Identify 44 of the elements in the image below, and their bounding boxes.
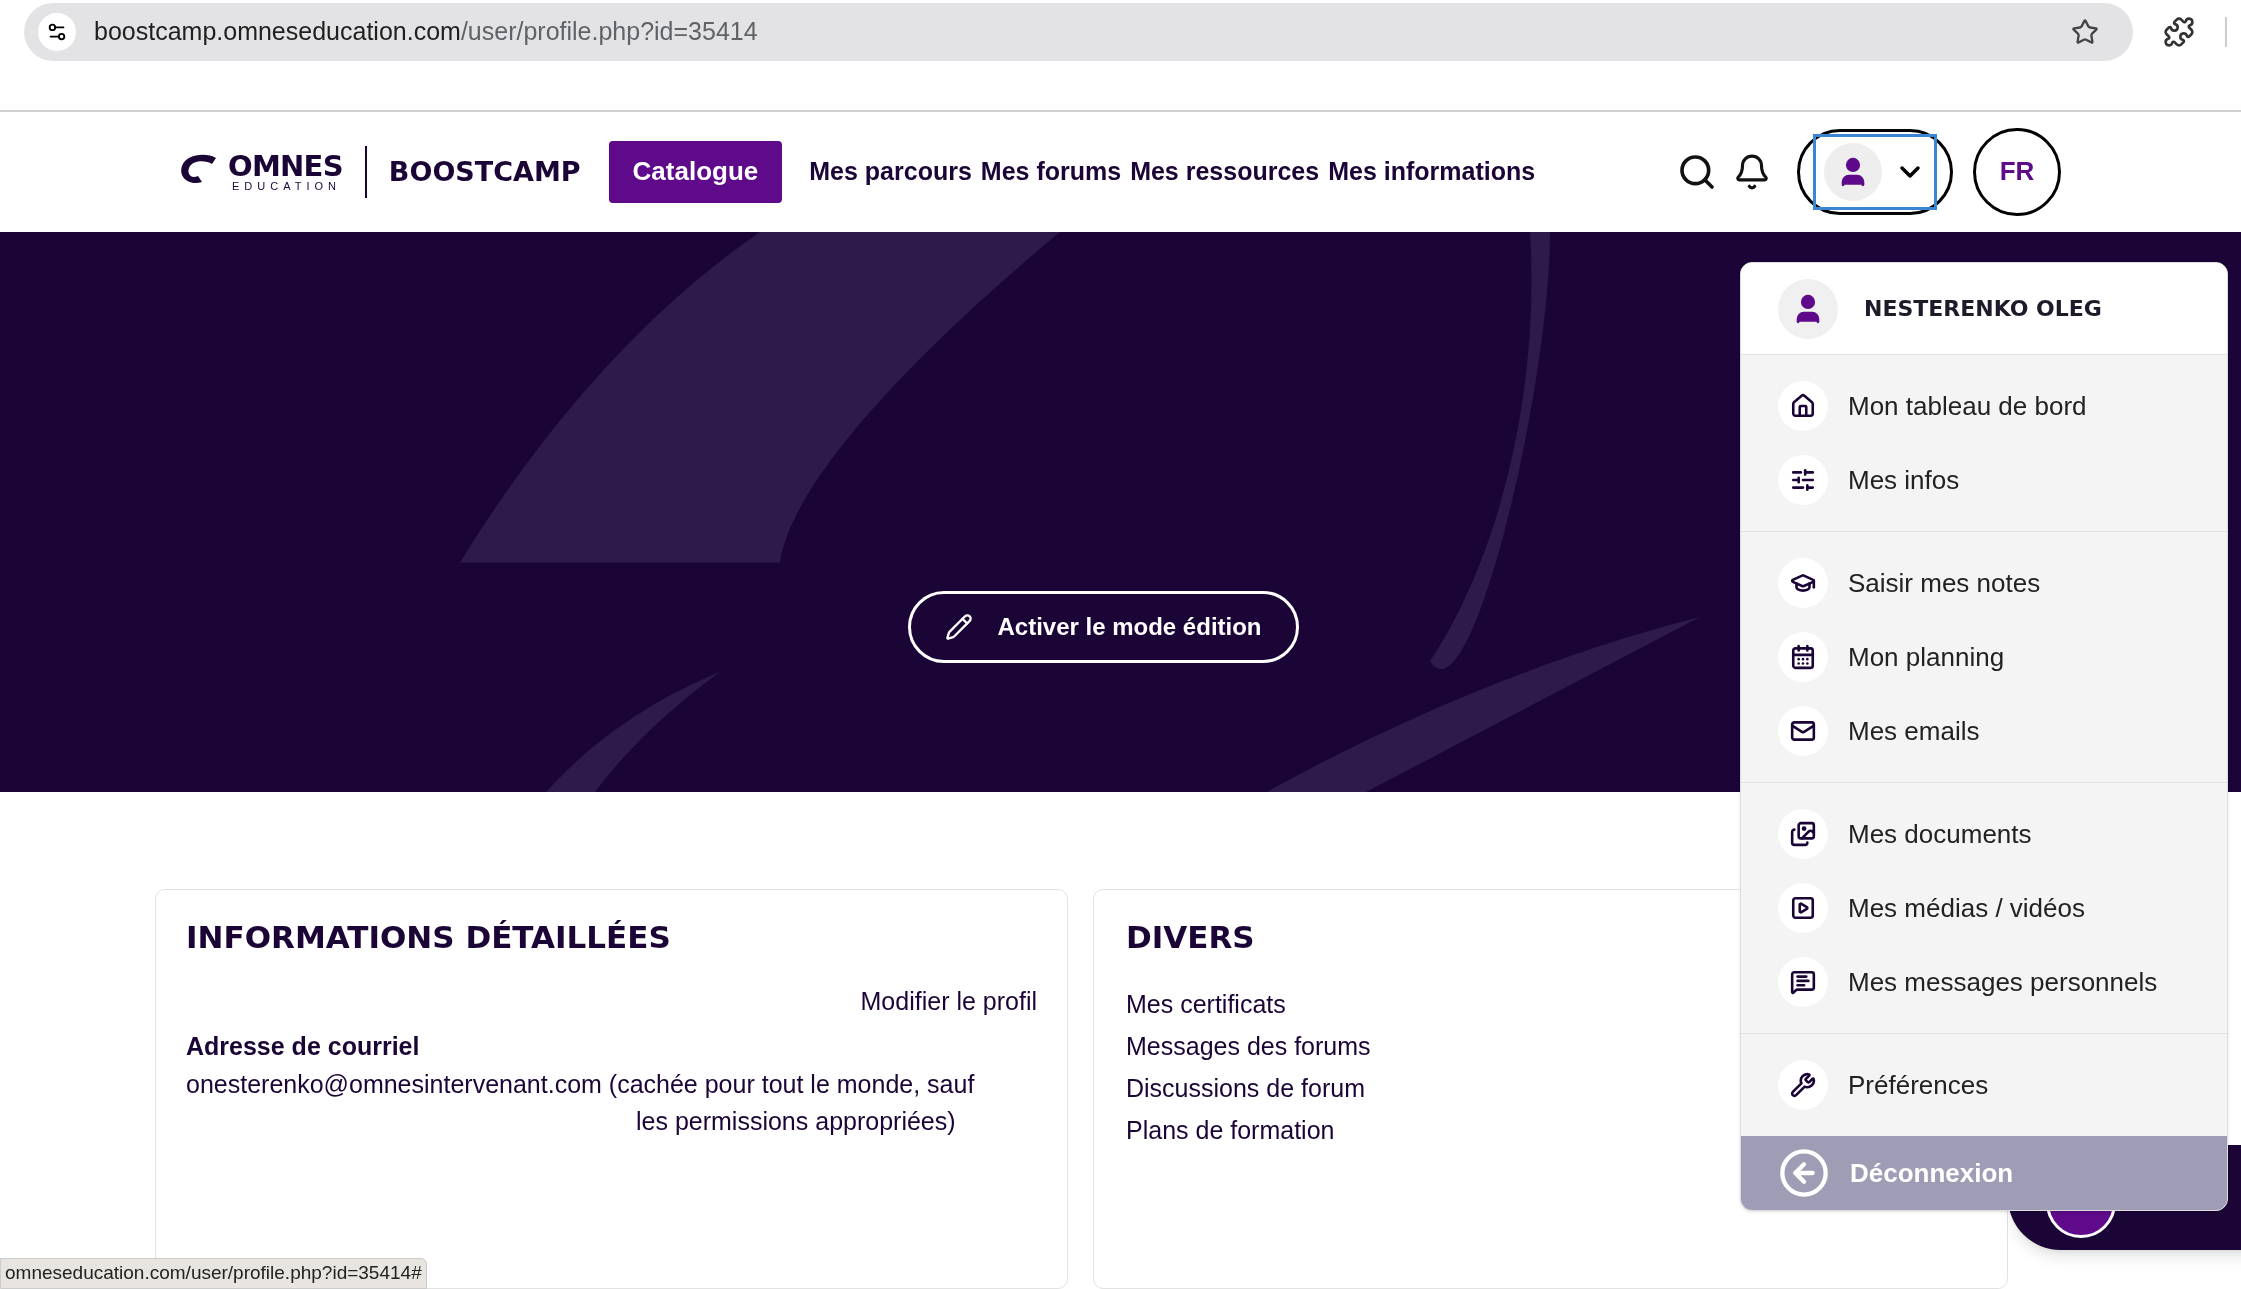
images-icon — [1778, 809, 1828, 859]
logo-wordmark: OMNES — [228, 151, 343, 181]
pencil-icon — [945, 612, 974, 641]
wrench-icon — [1778, 1060, 1828, 1110]
language-button[interactable]: FR — [1973, 127, 2061, 216]
graduation-cap-icon — [1778, 558, 1828, 608]
card-title: DIVERS — [1126, 918, 1256, 957]
menu-item[interactable]: Mes infos — [1741, 443, 2227, 517]
calendar-icon — [1778, 632, 1828, 682]
menu-item[interactable]: Mes emails — [1741, 694, 2227, 768]
menu-item[interactable]: Mon tableau de bord — [1741, 369, 2227, 443]
edit-profile-link[interactable]: Modifier le profil — [860, 982, 1037, 1020]
brand-name: BOOSTCAMP — [388, 154, 581, 189]
extensions-icon[interactable] — [2163, 16, 2195, 48]
email-text: les permissions appropriées) — [635, 1106, 957, 1137]
card-title: INFORMATIONS DÉTAILLÉES — [186, 918, 672, 957]
edit-mode-button[interactable]: Activer le mode édition — [908, 590, 1299, 663]
user-name: NESTERENKO OLEG — [1864, 295, 2102, 323]
nav-link[interactable]: Mes parcours — [809, 153, 972, 191]
notification-bell-icon[interactable] — [1733, 152, 1771, 191]
menu-item[interactable]: Préférences — [1741, 1048, 2227, 1122]
field-label: Adresse de courriel — [186, 1031, 421, 1062]
nav-link[interactable]: Catalogue — [608, 140, 783, 203]
home-icon — [1778, 381, 1828, 431]
message-icon — [1778, 957, 1828, 1007]
menu-item[interactable]: Mes médias / vidéos — [1741, 871, 2227, 945]
email-text: onesterenko@omnesintervenant.com (cachée pour tout le monde, sauf — [186, 1068, 976, 1100]
nav-link[interactable]: Mes forums — [980, 153, 1122, 191]
nav-link[interactable]: Mes informations — [1328, 153, 1536, 191]
logo-subtitle: EDUCATION — [232, 180, 342, 192]
site-settings-icon[interactable] — [38, 13, 76, 51]
bookmark-star-icon[interactable] — [2071, 18, 2099, 46]
play-icon — [1778, 883, 1828, 933]
nav-link[interactable]: Mes ressources — [1130, 153, 1320, 191]
menu-item[interactable]: Mes messages personnels — [1741, 945, 2227, 1019]
url-text: boostcamp.omneseducation.com/user/profile.php?id=35414 — [94, 16, 758, 48]
sliders-icon — [1778, 455, 1828, 505]
address-bar[interactable]: boostcamp.omneseducation.com/user/profile.php?id=35414 — [24, 3, 2133, 61]
envelope-icon — [1778, 706, 1828, 756]
status-bar-url: omneseducation.com/user/profile.php?id=35414# — [0, 1258, 427, 1289]
menu-item[interactable]: Mon planning — [1741, 620, 2227, 694]
user-menu-button[interactable] — [1797, 128, 1953, 215]
menu-item[interactable]: Saisir mes notes — [1741, 546, 2227, 620]
menu-item[interactable]: Mes documents — [1741, 797, 2227, 871]
